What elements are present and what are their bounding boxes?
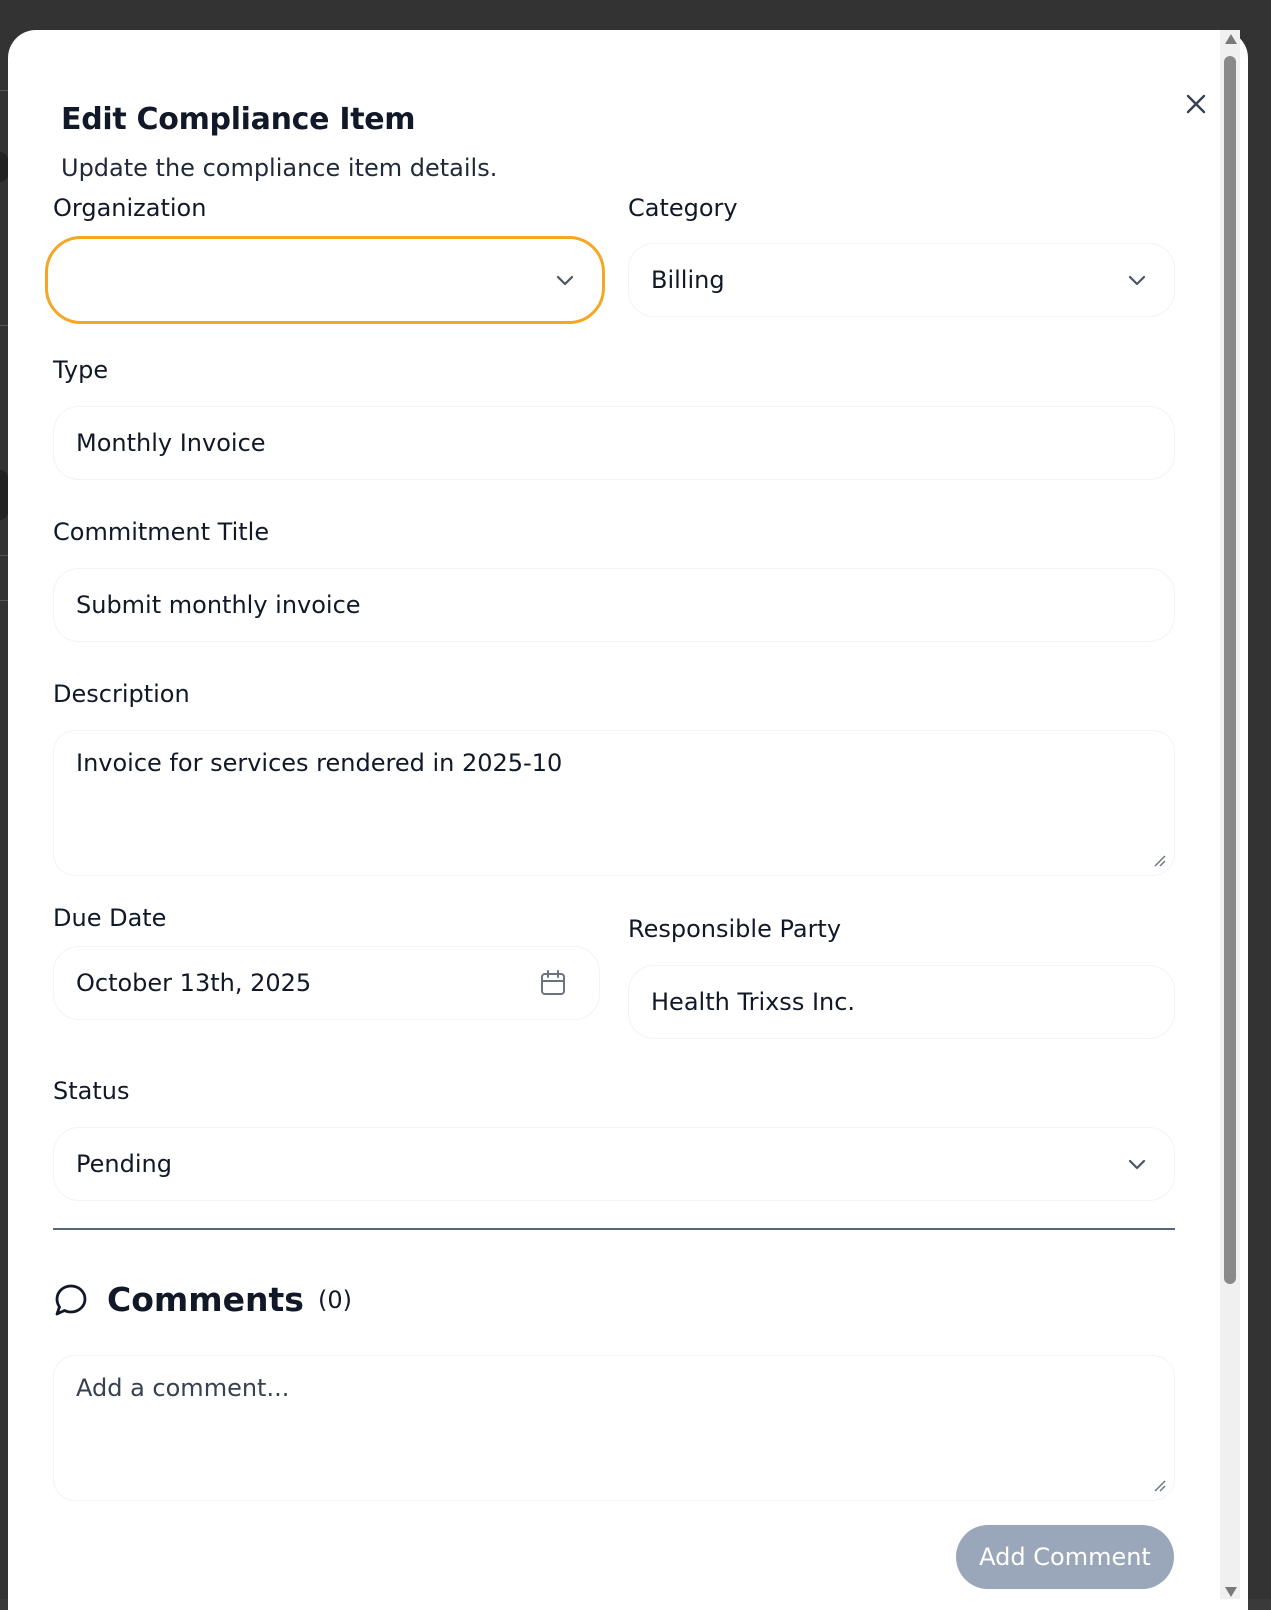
chevron-down-icon bbox=[556, 275, 574, 286]
calendar-icon[interactable] bbox=[539, 969, 567, 997]
background-element bbox=[0, 152, 8, 182]
category-label: Category bbox=[628, 194, 738, 222]
background-divider bbox=[0, 600, 8, 601]
scrollbar[interactable] bbox=[1220, 30, 1240, 1599]
organization-label: Organization bbox=[53, 194, 207, 222]
scroll-up-arrow-icon[interactable] bbox=[1225, 34, 1237, 44]
commitment-title-value: Submit monthly invoice bbox=[76, 591, 361, 619]
responsible-party-value: Health Trixss Inc. bbox=[651, 988, 856, 1016]
category-value: Billing bbox=[651, 266, 725, 294]
resize-grip-icon[interactable] bbox=[1152, 1478, 1166, 1492]
add-comment-button[interactable]: Add Comment bbox=[956, 1525, 1174, 1589]
background-divider bbox=[0, 555, 8, 556]
status-value: Pending bbox=[76, 1150, 172, 1178]
due-date-value: October 13th, 2025 bbox=[76, 969, 312, 997]
close-icon bbox=[1186, 94, 1206, 114]
comments-count: (0) bbox=[317, 1285, 352, 1314]
background-divider bbox=[0, 325, 8, 326]
description-textarea[interactable]: Invoice for services rendered in 2025-10 bbox=[53, 730, 1175, 876]
type-value: Monthly Invoice bbox=[76, 429, 266, 457]
status-select[interactable]: Pending bbox=[53, 1127, 1175, 1201]
close-button[interactable] bbox=[1184, 92, 1208, 116]
dialog-title: Edit Compliance Item bbox=[61, 102, 416, 137]
responsible-party-input[interactable]: Health Trixss Inc. bbox=[628, 965, 1175, 1039]
commitment-title-input[interactable]: Submit monthly invoice bbox=[53, 568, 1175, 642]
chevron-down-icon bbox=[1128, 1159, 1146, 1170]
organization-select[interactable] bbox=[45, 236, 605, 324]
category-select[interactable]: Billing bbox=[628, 243, 1175, 317]
dialog-subtitle: Update the compliance item details. bbox=[61, 154, 498, 182]
due-date-picker[interactable]: October 13th, 2025 bbox=[53, 946, 600, 1020]
comments-header: Comments (0) bbox=[53, 1280, 352, 1319]
background-element bbox=[0, 470, 8, 520]
section-divider bbox=[53, 1228, 1175, 1230]
commitment-title-label: Commitment Title bbox=[53, 518, 270, 546]
type-label: Type bbox=[53, 356, 109, 384]
background-divider bbox=[0, 90, 8, 91]
chevron-down-icon bbox=[1128, 275, 1146, 286]
description-value: Invoice for services rendered in 2025-10 bbox=[76, 749, 563, 777]
description-label: Description bbox=[53, 680, 190, 708]
comments-title: Comments bbox=[107, 1280, 304, 1319]
resize-grip-icon[interactable] bbox=[1152, 853, 1166, 867]
comment-textarea[interactable]: Add a comment... bbox=[53, 1355, 1175, 1501]
scroll-down-arrow-icon[interactable] bbox=[1225, 1587, 1237, 1597]
status-label: Status bbox=[53, 1077, 130, 1105]
scrollbar-thumb[interactable] bbox=[1224, 56, 1236, 1284]
edit-compliance-dialog: Edit Compliance Item Update the complian… bbox=[8, 30, 1248, 1610]
responsible-party-label: Responsible Party bbox=[628, 915, 842, 943]
type-input[interactable]: Monthly Invoice bbox=[53, 406, 1175, 480]
comment-placeholder: Add a comment... bbox=[76, 1374, 290, 1402]
due-date-label: Due Date bbox=[53, 904, 167, 932]
message-circle-icon bbox=[55, 1284, 87, 1315]
